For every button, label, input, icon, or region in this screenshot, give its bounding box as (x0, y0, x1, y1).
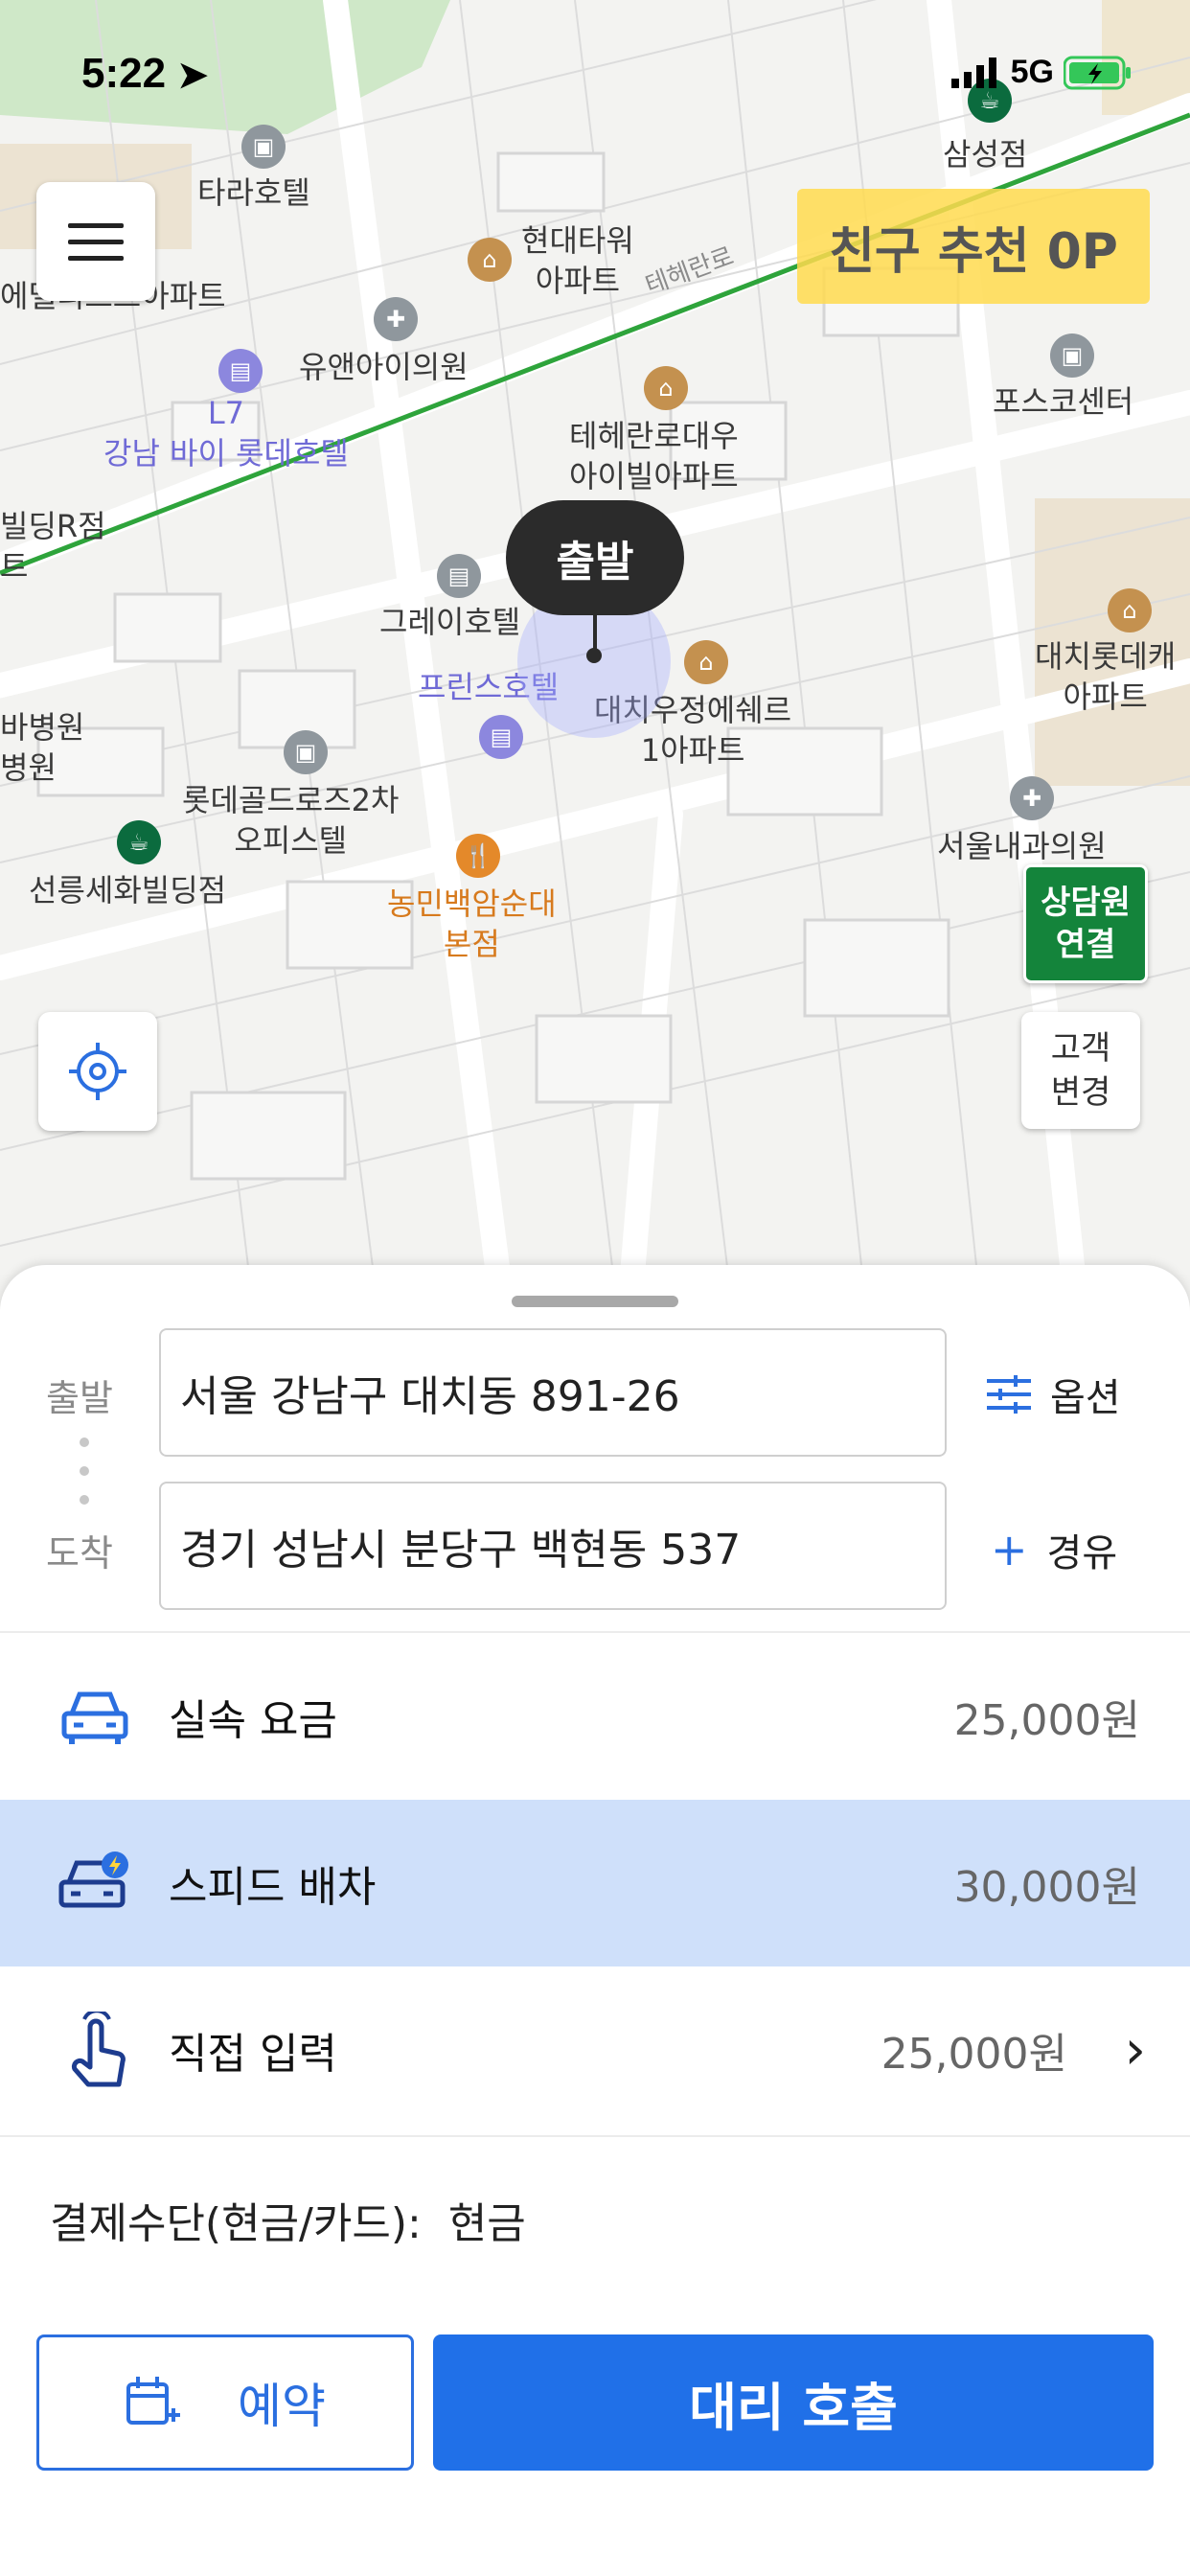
building-icon: ▣ (241, 125, 286, 169)
route-dot (80, 1438, 89, 1447)
tap-icon (57, 2012, 132, 2087)
poi-label[interactable]: 포스코센터 (993, 381, 1133, 422)
fare-row-custom[interactable]: 직접 입력 25,000원 › (0, 1966, 1190, 2133)
referral-banner[interactable]: 친구 추천 0P (797, 189, 1150, 304)
building-icon: ▣ (1050, 334, 1094, 378)
fare-row-speed[interactable]: 스피드 배차 30,000원 (0, 1800, 1190, 1966)
reserve-button[interactable]: 예약 (36, 2334, 414, 2471)
calendar-add-icon (126, 2377, 180, 2425)
clinic-icon: ✚ (1010, 776, 1054, 820)
end-address-text: 경기 성남시 분당구 백현동 537 (180, 1526, 742, 1575)
menu-icon (68, 222, 124, 228)
start-address-text: 서울 강남구 대치동 891-26 (180, 1372, 680, 1421)
apartment-icon: ⌂ (468, 238, 512, 282)
reserve-label: 예약 (238, 2379, 326, 2434)
building-icon: ▣ (284, 730, 328, 774)
change-customer-button[interactable]: 고객 변경 (1021, 1012, 1140, 1129)
poi-label[interactable]: 삼성점 (943, 134, 1027, 174)
sliders-icon (987, 1375, 1031, 1414)
payment-method[interactable]: 결제수단(현금/카드): 현금 (50, 2189, 526, 2250)
start-label: 출발 (46, 1377, 113, 1419)
restaurant-icon: 🍴 (456, 834, 500, 878)
start-marker-stem (593, 613, 597, 652)
poi-label[interactable]: 타라호텔 (197, 172, 310, 213)
counsel-button[interactable]: 상담원 연결 (1023, 864, 1148, 983)
poi-label[interactable]: 선릉세화빌딩점 (29, 870, 226, 910)
poi-label[interactable]: 그레이호텔 (379, 602, 520, 642)
hotel-icon: ▤ (218, 349, 263, 393)
call-driver-button[interactable]: 대리 호출 (433, 2334, 1154, 2471)
end-address-field[interactable]: 경기 성남시 분당구 백현동 537 (159, 1482, 947, 1610)
route-dot (80, 1466, 89, 1476)
battery-icon (1064, 56, 1131, 89)
apartment-icon: ⌂ (644, 366, 688, 410)
fare-value: 25,000원 (953, 1696, 1140, 1745)
waypoint-label: 경유 (1046, 1531, 1118, 1576)
options-label: 옵션 (1050, 1376, 1121, 1420)
options-button[interactable]: 옵션 (987, 1367, 1121, 1422)
poi-label[interactable]: 테헤란로대우 아이빌아파트 (569, 416, 739, 496)
car-icon (57, 1679, 132, 1754)
fare-label: 스피드 배차 (169, 1863, 377, 1912)
poi-label[interactable]: 현대타워 아파트 (521, 220, 634, 301)
divider (0, 2135, 1190, 2137)
apartment-icon: ⌂ (684, 640, 728, 684)
fare-value: 25,000원 (881, 2030, 1067, 2079)
network-label: 5G (1010, 54, 1054, 90)
end-label: 도착 (46, 1532, 113, 1575)
fare-row-economy[interactable]: 실속 요금 25,000원 (0, 1633, 1190, 1800)
menu-button[interactable] (36, 182, 155, 301)
hotel-icon: ▤ (479, 715, 523, 759)
signal-icon (950, 57, 996, 88)
poi-label[interactable]: 농민백암순대 본점 (387, 884, 557, 964)
poi-label[interactable]: 대치롯데캐 아파트 (1035, 636, 1176, 717)
route-dot (80, 1495, 89, 1505)
speed-car-icon (57, 1846, 132, 1920)
fare-label: 직접 입력 (169, 2030, 337, 2079)
poi-label[interactable]: L7 강남 바이 롯데호텔 (103, 393, 349, 473)
chevron-right-icon: › (1124, 2018, 1146, 2082)
poi-label[interactable]: 롯데골드로즈2차 오피스텔 (182, 780, 399, 861)
poi-label[interactable]: 유앤아이의원 (299, 347, 469, 387)
current-location-button[interactable] (38, 1012, 157, 1131)
fare-value: 30,000원 (953, 1863, 1140, 1912)
location-arrow-icon: ➤ (177, 56, 209, 96)
poi-label[interactable]: 서울내과의원 (937, 826, 1107, 866)
sheet-handle[interactable] (512, 1296, 678, 1307)
waypoint-button[interactable]: + 경유 (991, 1522, 1117, 1577)
status-time: 5:22 ➤ (81, 50, 208, 98)
apartment-icon: ⌂ (1108, 588, 1152, 632)
start-marker-dot (586, 648, 602, 663)
start-address-field[interactable]: 서울 강남구 대치동 891-26 (159, 1328, 947, 1457)
clinic-icon: ✚ (374, 297, 418, 341)
payment-value: 현금 (447, 2199, 526, 2248)
crosshair-icon (69, 1043, 126, 1100)
clock-text: 5:22 (81, 50, 167, 97)
payment-label: 결제수단(현금/카드): (50, 2199, 422, 2248)
plus-icon: + (991, 1524, 1028, 1576)
poi-label[interactable]: 빌딩R점 트 (0, 506, 106, 586)
poi-label[interactable]: 바병원 병원 (0, 707, 84, 788)
start-marker[interactable]: 출발 (506, 500, 684, 615)
status-indicators: 5G (950, 54, 1133, 91)
starbucks-icon: ☕ (117, 820, 161, 864)
hotel-icon: ▤ (437, 554, 481, 598)
fare-label: 실속 요금 (169, 1696, 337, 1745)
